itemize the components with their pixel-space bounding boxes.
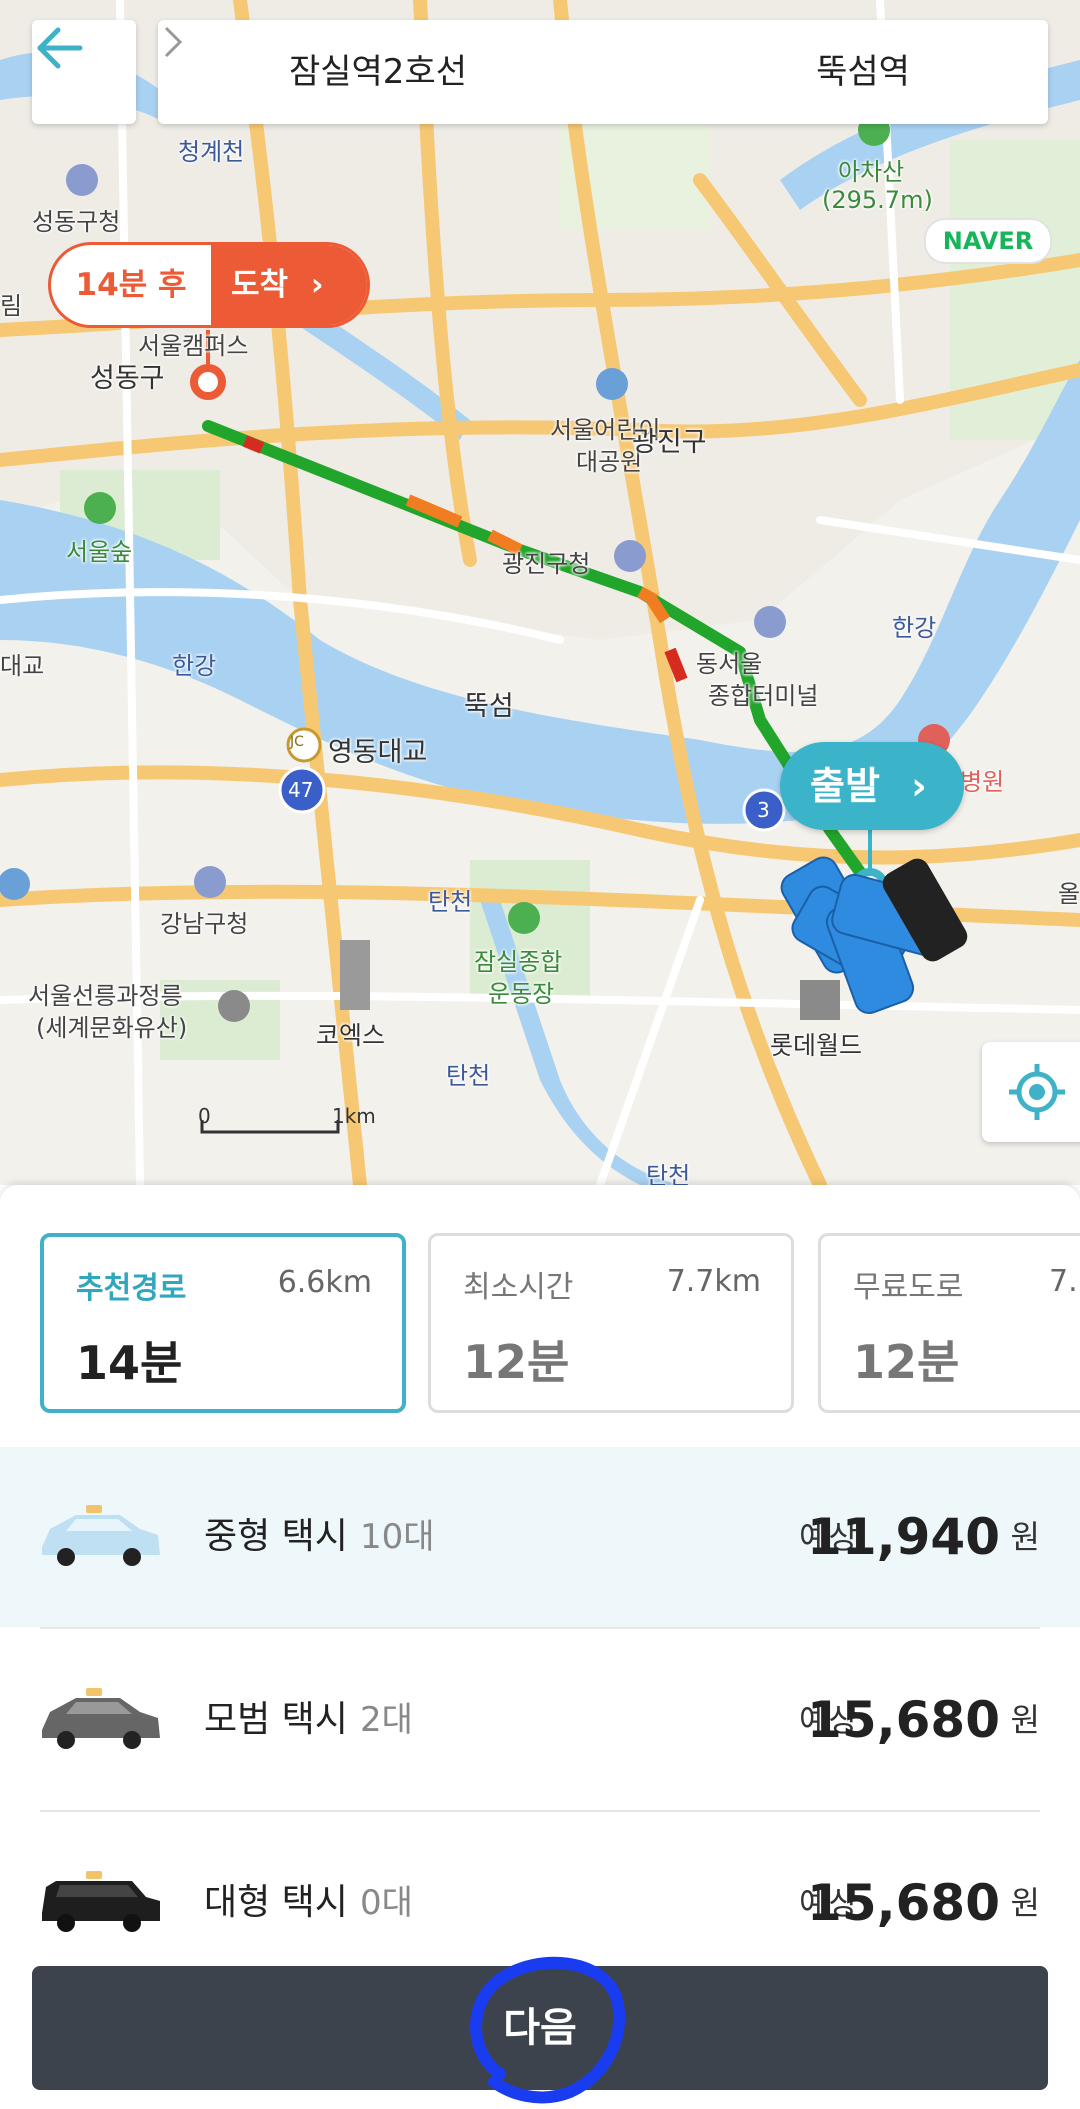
map-label-yeongdong-bridge: 영동대교	[328, 737, 428, 768]
back-button[interactable]	[32, 20, 136, 124]
map-label-seonjeongneung-2: (세계문화유산)	[36, 1014, 188, 1042]
route-option-time: 14분	[76, 1336, 183, 1390]
chevron-right-icon: ›	[911, 764, 927, 808]
divider	[40, 1627, 1040, 1629]
route-option-time: 12분	[853, 1335, 960, 1389]
map-label-hangang-2: 한강	[892, 614, 937, 642]
map-label-east-terminal-2: 종합터미널	[708, 682, 819, 710]
route-option-free-road[interactable]: 무료도로 7.7 12분	[818, 1233, 1080, 1413]
map-label-daegyo: 대교	[0, 652, 45, 680]
map-label-hangang-1: 한강	[172, 652, 217, 680]
map-label-achasan: 아차산	[838, 158, 905, 186]
arrive-label: 도착	[231, 267, 289, 303]
map-label-seonjeongneung: 서울선릉과정릉	[28, 982, 183, 1010]
map-label-edge-rim: 림	[0, 292, 23, 320]
currency-label: 원	[1010, 1701, 1040, 1739]
map-label-jc: JC	[290, 734, 304, 750]
map-label-gangnam-office: 강남구청	[160, 910, 249, 938]
map-label-edge-ol: 올	[1058, 880, 1080, 908]
taxi-name: 모범 택시	[204, 1699, 348, 1740]
route-option-time: 12분	[463, 1335, 570, 1389]
taxi-name-wrap: 모범 택시 2대	[204, 1630, 413, 1810]
crosshair-icon	[1009, 1064, 1065, 1120]
arrow-left-icon	[37, 27, 83, 69]
route-header: 잠실역2호선 뚝섬역	[32, 20, 1048, 124]
scale-zero: 0	[198, 1104, 211, 1128]
naver-logo: NAVER	[924, 218, 1052, 264]
map-label-seoul-forest: 서울숲	[66, 538, 133, 566]
taxi-count: 10대	[359, 1517, 435, 1557]
depart-badge[interactable]: 출발 ›	[780, 742, 964, 830]
map-label-gwangjin-office: 광진구청	[502, 550, 591, 578]
route-option-name: 추천경로	[76, 1271, 187, 1306]
arrive-label-wrap: 도착 ›	[211, 245, 367, 325]
taxi-name: 대형 택시	[204, 1882, 348, 1923]
route-endpoints[interactable]: 잠실역2호선 뚝섬역	[158, 20, 1048, 124]
large-taxi-icon	[42, 1871, 160, 1932]
chevron-right-icon	[164, 26, 183, 58]
map-label-hospital: 병원	[960, 768, 1005, 796]
taxi-count: 2대	[359, 1700, 413, 1740]
map-label-route-3: 3	[757, 798, 770, 822]
arrive-time: 14분 후	[75, 267, 187, 303]
map-label-ttukseom: 뚝섬	[464, 691, 514, 722]
map-label-coex: 코엑스	[316, 1021, 386, 1050]
map-label-seongdong-gu: 성동구	[90, 363, 165, 394]
map-label-tancheon-1: 탄천	[428, 888, 473, 916]
taxi-name: 중형 택시	[204, 1516, 348, 1557]
scale-unit: 1km	[332, 1104, 376, 1128]
divider	[40, 1810, 1040, 1812]
route-option-distance: 7.7km	[666, 1264, 761, 1299]
map-scale: 0 1km	[198, 1104, 376, 1128]
map-label-seongdong-office: 성동구청	[32, 208, 121, 236]
route-option-distance: 6.6km	[277, 1265, 372, 1300]
route-option-recommended[interactable]: 추천경로 6.6km 14분	[40, 1233, 406, 1413]
chevron-right-icon: ›	[310, 267, 324, 303]
route-option-distance: 7.7	[1049, 1264, 1080, 1299]
taxi-price: 15,680	[807, 1691, 1000, 1749]
map-label-jamsil-stadium: 잠실종합	[474, 948, 563, 976]
map-label-east-terminal: 동서울	[696, 650, 763, 678]
deluxe-taxi-icon	[42, 1688, 160, 1749]
map-view[interactable]: 청계천 성동구청 서울캠퍼스 성동구 아차산 (295.7m) 서울어린이 대공…	[0, 0, 1080, 1185]
depart-label: 출발	[810, 764, 880, 808]
taxi-option-medium[interactable]: 중형 택시 10대 예상 11,940 원	[0, 1447, 1080, 1627]
map-label-gwangjin-gu: 광진구	[632, 427, 707, 458]
destination-text[interactable]: 뚝섬역	[678, 20, 1048, 124]
arrive-badge[interactable]: 14분 후 도착 ›	[48, 242, 370, 328]
taxi-price: 11,940	[807, 1508, 1000, 1566]
taxi-count: 0대	[359, 1883, 413, 1923]
taxi-name-wrap: 중형 택시 10대	[204, 1447, 434, 1627]
annotation-circle	[470, 1956, 626, 2104]
current-location-button[interactable]	[982, 1042, 1080, 1142]
route-option-fastest[interactable]: 최소시간 7.7km 12분	[428, 1233, 794, 1413]
map-label-cheonggyecheon: 청계천	[178, 138, 245, 166]
currency-label: 원	[1010, 1518, 1040, 1556]
map-label-lotteworld: 롯데월드	[770, 1031, 863, 1060]
route-option-name: 최소시간	[463, 1270, 574, 1305]
map-label-route-47: 47	[288, 778, 314, 802]
map-label-jamsil-stadium-2: 운동장	[488, 980, 555, 1008]
map-label-tancheon-3: 탄천	[646, 1162, 691, 1185]
route-option-name: 무료도로	[853, 1270, 964, 1305]
taxi-option-deluxe[interactable]: 모범 택시 2대 예상 15,680 원	[0, 1630, 1080, 1810]
origin-text[interactable]: 잠실역2호선	[158, 20, 598, 124]
map-label-achasan-height: (295.7m)	[822, 186, 933, 214]
medium-taxi-icon	[42, 1505, 160, 1566]
map-label-tancheon-2: 탄천	[446, 1062, 491, 1090]
